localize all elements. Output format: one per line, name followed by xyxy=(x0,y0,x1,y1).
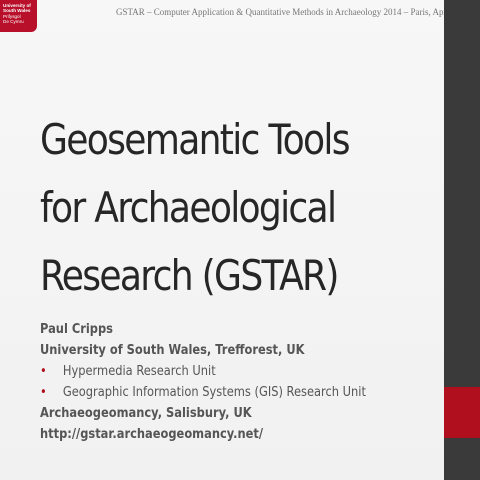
company-name: Archaeogeomancy, Salisbury, UK xyxy=(40,406,252,421)
affiliation: University of South Wales, Trefforest, U… xyxy=(40,343,305,358)
red-accent-bar xyxy=(444,387,480,438)
bullet-item: • Geographic Information Systems (GIS) Re… xyxy=(40,382,383,403)
slide-title: Geosemantic Tools for Archaeological Res… xyxy=(40,106,380,310)
bullet-text: Geographic Information Systems (GIS) Res… xyxy=(62,385,366,400)
slide-header: GSTAR – Computer Application & Quantitat… xyxy=(116,7,472,17)
bullet-icon: • xyxy=(40,364,47,379)
title-line: Research (GSTAR) xyxy=(40,251,340,300)
bullet-icon: • xyxy=(40,385,47,400)
bullet-item: • Hypermedia Research Unit xyxy=(40,361,383,382)
slide: University of South Wales Prifysgol De C… xyxy=(0,0,480,480)
author-name: Paul Cripps xyxy=(40,322,113,337)
university-logo: University of South Wales Prifysgol De C… xyxy=(0,0,37,32)
bullet-text: Hypermedia Research Unit xyxy=(62,364,216,379)
project-url[interactable]: http://gstar.archaeogeomancy.net/ xyxy=(40,424,383,445)
slide-content: Paul Cripps University of South Wales, T… xyxy=(40,319,430,445)
logo-line: De Cymru xyxy=(3,19,24,25)
title-line: Geosemantic Tools xyxy=(40,115,351,164)
title-line: for Archaeological xyxy=(40,183,337,232)
